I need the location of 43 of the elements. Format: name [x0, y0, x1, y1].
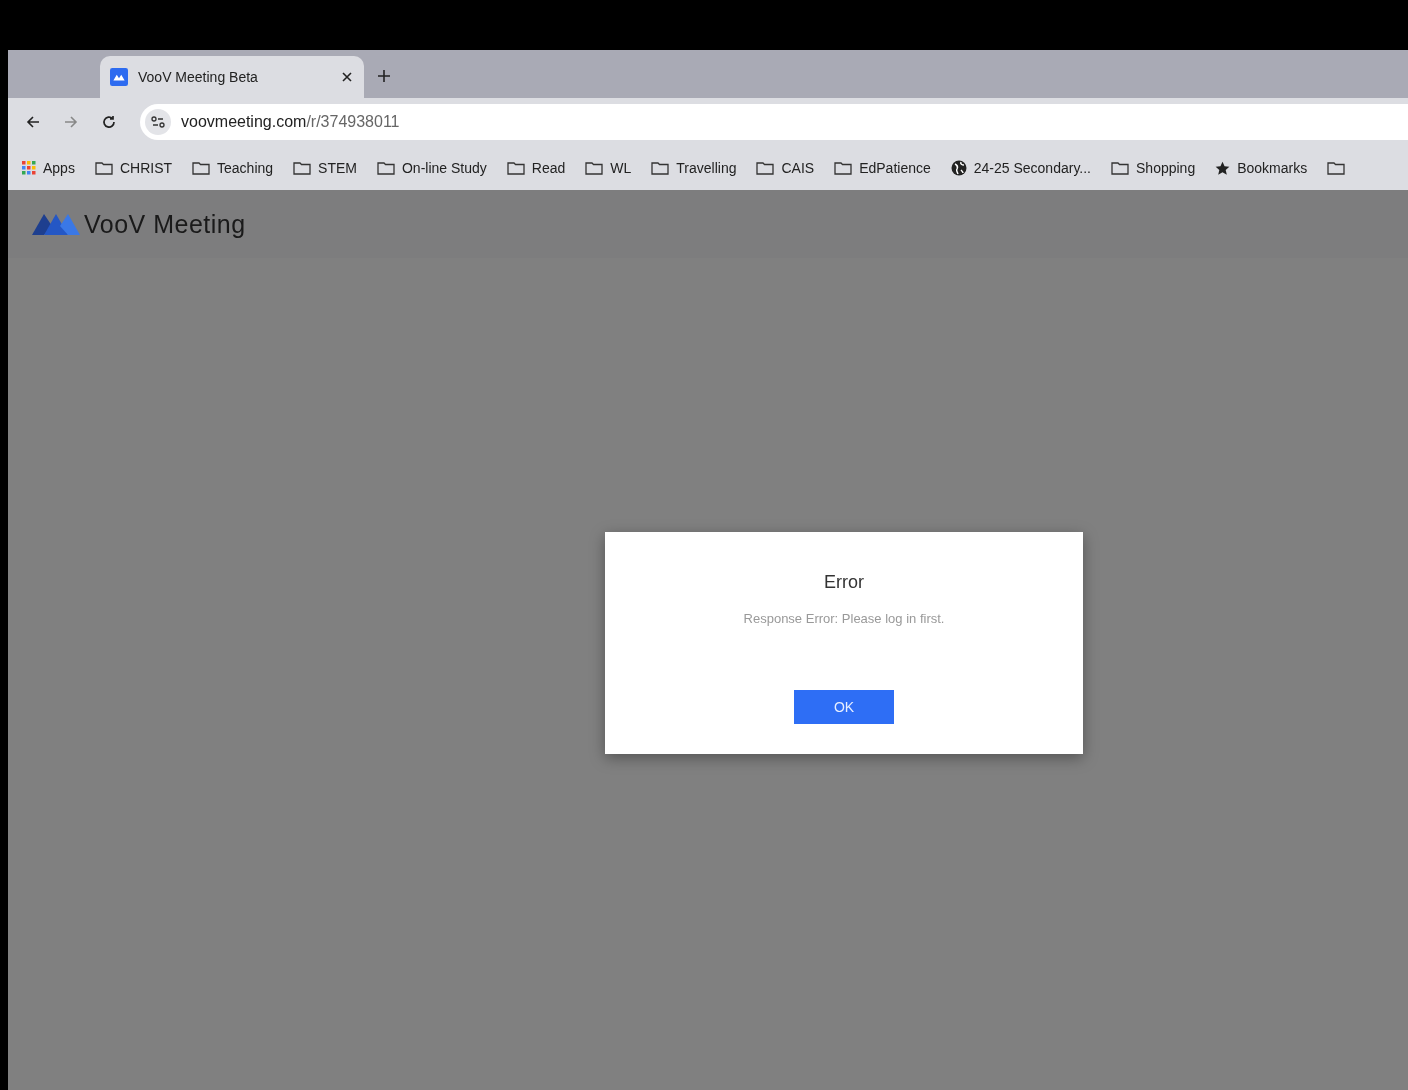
folder-icon: [834, 161, 853, 175]
folder-icon: [192, 161, 211, 175]
close-icon[interactable]: [342, 72, 352, 82]
browser-tab[interactable]: VooV Meeting Beta: [100, 56, 364, 98]
folder-icon: [1327, 161, 1346, 175]
bookmark-item[interactable]: Teaching: [192, 160, 274, 176]
folder-icon: [377, 161, 395, 175]
site-settings-icon[interactable]: [145, 109, 171, 135]
bookmark-item[interactable]: 24-25 Secondary...: [950, 160, 1091, 176]
url-text: voovmeeting.com/r/374938011: [181, 113, 400, 131]
tab-title: VooV Meeting Beta: [138, 69, 259, 85]
bookmark-item[interactable]: CHRIST: [94, 160, 173, 176]
address-bar[interactable]: voovmeeting.com/r/374938011: [140, 104, 1408, 140]
bookmark-item[interactable]: Apps: [22, 160, 75, 176]
forward-icon[interactable]: [64, 115, 78, 129]
dialog-title: Error: [824, 572, 864, 593]
ok-button[interactable]: OK: [794, 690, 894, 724]
mountain-logo-icon: [110, 68, 128, 86]
folder-icon: [651, 161, 670, 175]
bookmark-item[interactable]: On-line Study: [377, 160, 487, 176]
folder-icon: [506, 161, 525, 175]
grid-icon: [22, 161, 36, 175]
bookmark-item[interactable]: Read: [506, 160, 566, 176]
bookmark-item[interactable]: CAIS: [756, 160, 815, 176]
bookmark-item[interactable]: [1327, 161, 1346, 175]
bookmark-item[interactable]: EdPatience: [834, 160, 931, 176]
bookmark-item[interactable]: Bookmarks: [1215, 160, 1308, 176]
back-icon[interactable]: [26, 115, 40, 129]
new-tab-icon[interactable]: [378, 70, 390, 82]
folder-icon: [94, 161, 113, 175]
reload-icon[interactable]: [102, 115, 116, 129]
bookmark-item[interactable]: WL: [585, 160, 632, 176]
bookmark-item[interactable]: STEM: [293, 160, 357, 176]
folder-icon: [1111, 161, 1129, 175]
folder-icon: [585, 161, 604, 175]
bookmark-item[interactable]: Travelling: [651, 160, 737, 176]
folder-icon: [293, 161, 312, 175]
bookmark-item[interactable]: Shopping: [1111, 160, 1196, 176]
globe-icon: [950, 160, 967, 176]
star-icon: [1215, 160, 1231, 176]
app-name: VooV Meeting: [84, 209, 246, 239]
error-message: Response Error: Please log in first.: [743, 611, 945, 626]
folder-icon: [756, 161, 775, 175]
